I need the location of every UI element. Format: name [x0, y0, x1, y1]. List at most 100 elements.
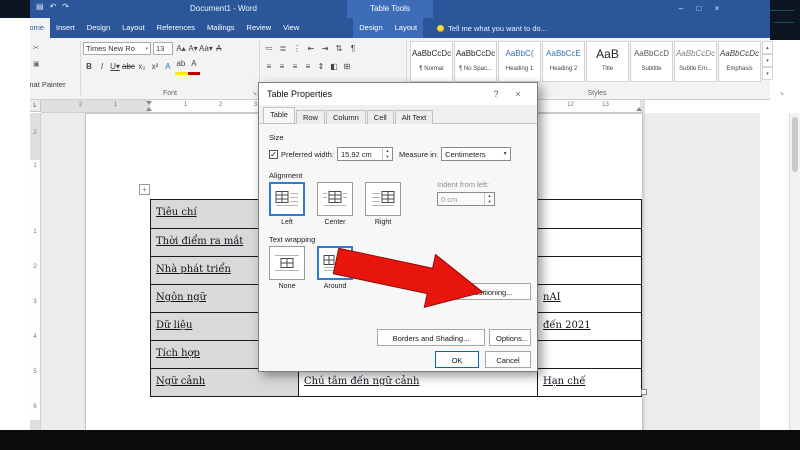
copy-icon[interactable]: ▣: [33, 60, 40, 68]
window-control-icon[interactable]: ×: [708, 0, 726, 18]
cancel-button[interactable]: Cancel: [485, 351, 531, 368]
font-tool-icon[interactable]: abc: [122, 60, 135, 73]
font-size-combo[interactable]: 13: [153, 42, 173, 55]
font-tool-icon[interactable]: A▾: [187, 42, 199, 55]
paragraph-tool-icon[interactable]: ≔: [263, 42, 275, 55]
paragraph-tool-icon[interactable]: ≡: [302, 60, 314, 73]
font-tool-icon[interactable]: U▾: [109, 60, 121, 73]
style-preview: AaBbC(: [499, 42, 540, 66]
table-cell-right[interactable]: nAI: [538, 285, 639, 312]
paragraph-tool-icon[interactable]: ≡: [289, 60, 301, 73]
qat-icon[interactable]: ↷: [62, 2, 69, 11]
ribbon-tab[interactable]: Review: [241, 18, 278, 38]
font-tool-icon[interactable]: x₂: [136, 60, 148, 73]
font-tool-icon[interactable]: I: [96, 60, 108, 73]
measure-in-dropdown[interactable]: Centimeters ▼: [441, 147, 511, 161]
help-icon[interactable]: ?: [485, 89, 507, 99]
dialog-tab[interactable]: Column: [326, 110, 366, 124]
indent-spinner[interactable]: 0 cm ▴▾: [437, 192, 495, 206]
style-item[interactable]: AaBbCcD Subtitle: [630, 41, 673, 82]
tab-selector[interactable]: L: [30, 100, 41, 112]
style-item[interactable]: AaB Title: [586, 41, 629, 82]
spin-down-icon[interactable]: ▾: [383, 154, 392, 160]
dialog-tab[interactable]: Table: [263, 107, 295, 123]
paragraph-tool-icon[interactable]: ◧: [328, 60, 340, 73]
paragraph-tool-icon[interactable]: ⊞: [341, 60, 353, 73]
gallery-scroll-icon[interactable]: ▾: [762, 54, 773, 67]
font-tool-icon[interactable]: ab: [175, 59, 187, 75]
scrollbar-thumb[interactable]: [792, 117, 798, 172]
table-cell-right[interactable]: [538, 341, 639, 368]
style-item[interactable]: AaBbCcDc ¶ No Spac...: [454, 41, 497, 82]
preferred-width-spinner[interactable]: 15.92 cm ▴▾: [337, 147, 393, 161]
style-item[interactable]: AaBbC( Heading 1: [498, 41, 541, 82]
wrapping-none-tile[interactable]: [269, 246, 305, 280]
font-tool-icon[interactable]: B: [83, 60, 95, 73]
close-icon[interactable]: ×: [507, 89, 529, 99]
context-tab[interactable]: Layout: [389, 18, 424, 38]
gallery-scroll-icon[interactable]: ▾: [762, 67, 773, 80]
font-dialog-launcher-icon[interactable]: ↘: [252, 90, 257, 97]
ribbon-tab[interactable]: Mailings: [201, 18, 241, 38]
table-resize-handle[interactable]: [641, 389, 647, 395]
dialog-tab[interactable]: Cell: [367, 110, 394, 124]
font-tool-icon[interactable]: A: [162, 60, 174, 73]
font-tool-icon[interactable]: x²: [149, 60, 161, 73]
font-tool-icon[interactable]: Aa▾: [199, 42, 213, 55]
style-item[interactable]: AaBbCcDc Emphasis: [718, 41, 761, 82]
table-cell-right[interactable]: Hạn chế: [538, 369, 639, 396]
qat-icon[interactable]: ↶: [50, 2, 57, 11]
paragraph-tool-icon[interactable]: ⇅: [333, 42, 345, 55]
preferred-width-checkbox[interactable]: ✓: [269, 150, 278, 159]
spin-down-icon[interactable]: ▾: [485, 199, 494, 205]
paragraph-tool-icon[interactable]: ⇕: [315, 60, 327, 73]
alignment-right-tile[interactable]: [365, 182, 401, 216]
paragraph-tool-icon[interactable]: ¶: [347, 42, 359, 55]
font-tool-icon[interactable]: A: [188, 59, 200, 75]
style-item[interactable]: AaBbCcDc ¶ Normal: [410, 41, 453, 82]
vertical-scrollbar[interactable]: [789, 113, 800, 430]
table-cell-right[interactable]: đến 2021: [538, 313, 639, 340]
style-preview: AaBbCcD: [631, 42, 672, 66]
table-cell-right[interactable]: [538, 229, 639, 256]
paragraph-tool-icon[interactable]: ⋮: [291, 42, 303, 55]
paragraph-tool-icon[interactable]: ⇤: [305, 42, 317, 55]
ribbon-tab[interactable]: View: [277, 18, 305, 38]
paragraph-tool-icon[interactable]: ⇥: [319, 42, 331, 55]
alignment-center-tile[interactable]: [317, 182, 353, 216]
styles-dialog-launcher-icon[interactable]: ↘: [779, 90, 784, 97]
window-control-icon[interactable]: □: [690, 0, 708, 18]
first-line-indent-marker[interactable]: [146, 101, 152, 105]
ribbon-tab[interactable]: References: [151, 18, 201, 38]
ribbon-tab[interactable]: Layout: [116, 18, 151, 38]
dialog-tab[interactable]: Row: [296, 110, 325, 124]
style-item[interactable]: AaBbCcDc Subtle Em...: [674, 41, 717, 82]
font-tool-icon[interactable]: A▴: [175, 42, 187, 55]
right-indent-marker[interactable]: [636, 107, 642, 111]
table-cell-right[interactable]: [538, 200, 639, 228]
hanging-indent-marker[interactable]: [146, 107, 152, 111]
font-tool-icon[interactable]: A: [213, 42, 225, 55]
ribbon-tab[interactable]: Insert: [50, 18, 81, 38]
format-painter-button[interactable]: Format Painter: [30, 80, 66, 89]
gallery-scroll-icon[interactable]: ▴: [762, 41, 773, 54]
tell-me-box[interactable]: Tell me what you want to do...: [437, 18, 547, 38]
paragraph-tool-icon[interactable]: ≣: [277, 42, 289, 55]
window-control-icon[interactable]: –: [672, 0, 690, 18]
table-move-handle[interactable]: +: [139, 184, 150, 195]
font-name-combo[interactable]: Times New Ro ▾: [83, 42, 151, 55]
style-item[interactable]: AaBbCcE Heading 2: [542, 41, 585, 82]
qat-icon[interactable]: ▤: [36, 2, 44, 11]
ok-button[interactable]: OK: [435, 351, 479, 368]
context-tab[interactable]: Design: [353, 18, 388, 38]
ribbon-tab[interactable]: Design: [81, 18, 116, 38]
paragraph-tool-icon[interactable]: ≡: [263, 60, 275, 73]
table-cell-middle[interactable]: Chú tâm đến ngữ cảnh: [299, 369, 538, 396]
dialog-tab[interactable]: Alt Text: [395, 110, 433, 124]
paragraph-tool-icon[interactable]: ≡: [276, 60, 288, 73]
alignment-left-tile[interactable]: [269, 182, 305, 216]
table-cell-criteria[interactable]: Ngữ cảnh: [151, 369, 299, 396]
table-cell-right[interactable]: [538, 257, 639, 284]
cut-icon[interactable]: ✂: [33, 44, 39, 52]
ribbon-tab[interactable]: Home: [30, 18, 50, 38]
